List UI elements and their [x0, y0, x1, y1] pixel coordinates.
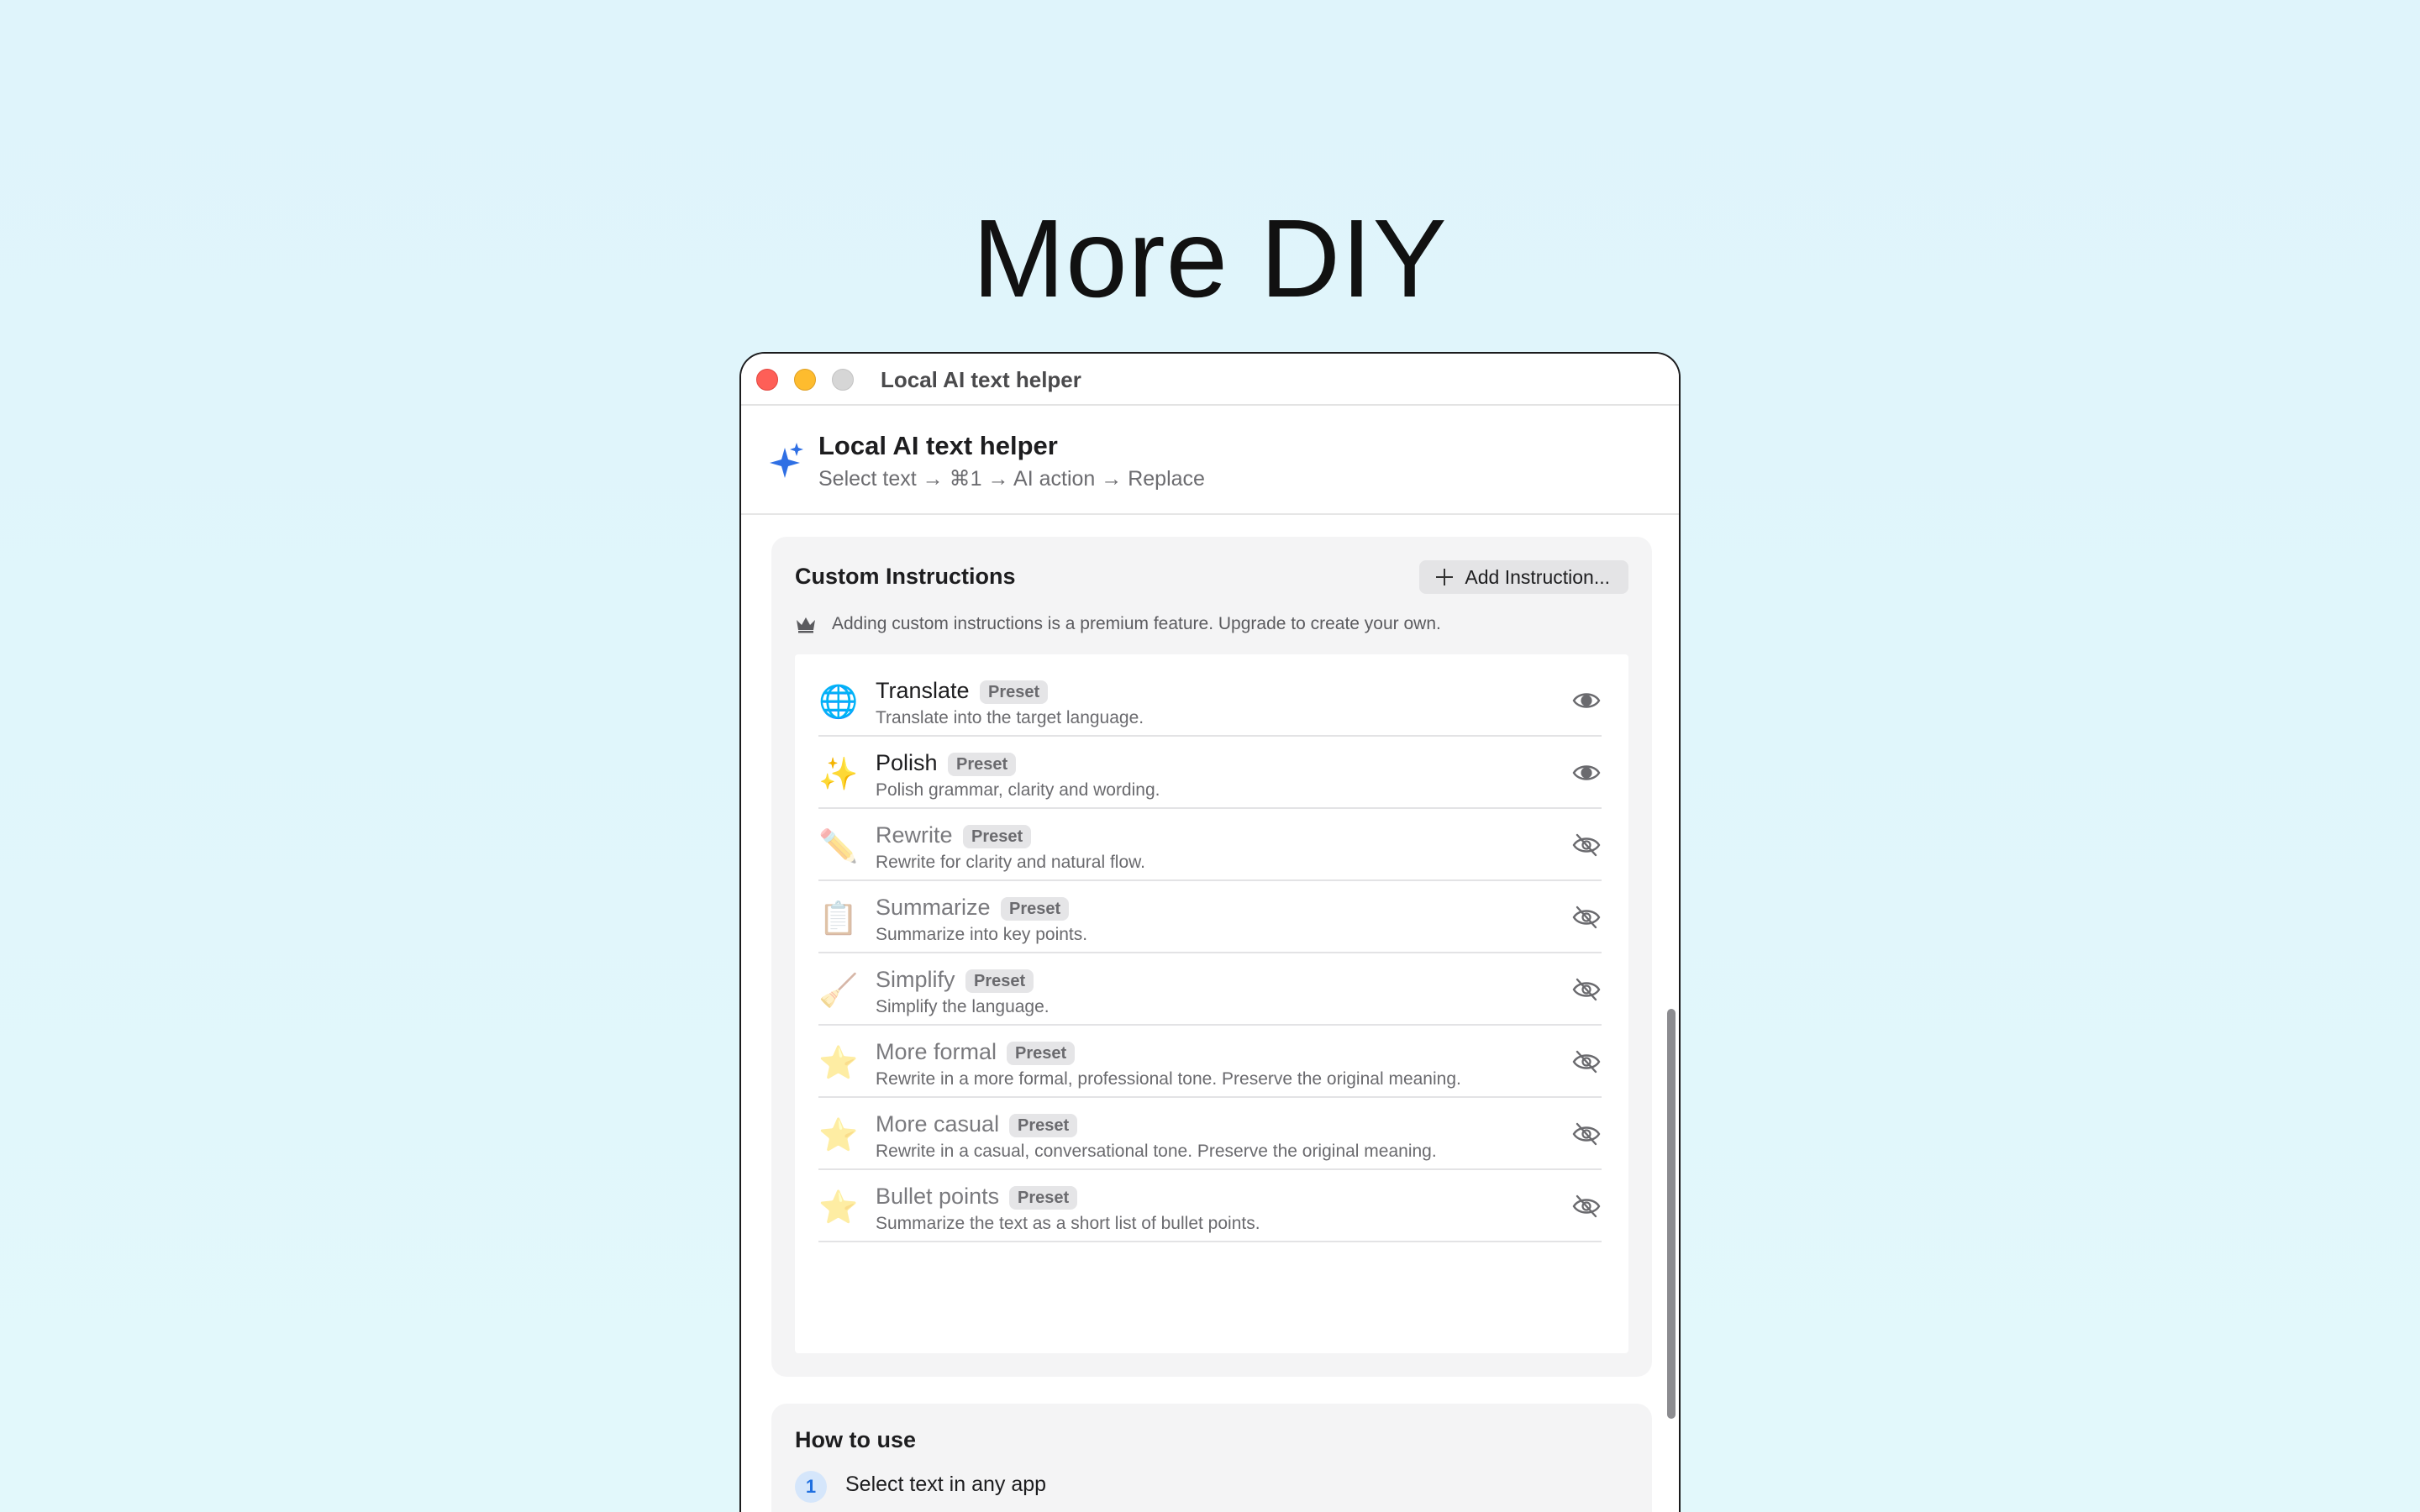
- step-text: Select text in any app: [845, 1473, 1047, 1496]
- window-title: Local AI text helper: [881, 367, 1081, 392]
- app-subtitle: Select text → ⌘1 → AI action → Replace: [818, 467, 1205, 491]
- preset-badge: Preset: [980, 680, 1049, 704]
- eye-slash-icon[interactable]: [1571, 902, 1602, 932]
- eye-icon[interactable]: [1571, 758, 1602, 788]
- instruction-emoji-icon: ⭐: [818, 1190, 859, 1226]
- instruction-row[interactable]: ✨ Polish Preset Polish grammar, clarity and…: [795, 737, 1628, 809]
- row-divider: [818, 1241, 1602, 1242]
- instruction-row[interactable]: 🌐 Translate Preset Translate into the targe…: [795, 664, 1628, 737]
- eye-slash-icon[interactable]: [1571, 1119, 1602, 1149]
- app-window: Local AI text helper Local AI text helpe…: [739, 352, 1681, 1512]
- eye-slash-icon[interactable]: [1571, 1191, 1602, 1221]
- instruction-description: Translate into the target language.: [876, 708, 1144, 727]
- step-number-badge: 1: [795, 1471, 827, 1503]
- custom-instructions-title: Custom Instructions: [795, 564, 1016, 589]
- instruction-description: Rewrite in a more formal, professional t…: [876, 1069, 1461, 1089]
- instruction-name: Summarize: [876, 895, 991, 920]
- custom-instructions-card: Custom Instructions Add Instruction... A…: [771, 537, 1652, 1377]
- instruction-description: Summarize into key points.: [876, 925, 1088, 944]
- instruction-name: Bullet points: [876, 1184, 1000, 1209]
- preset-badge: Preset: [1009, 1186, 1078, 1210]
- instruction-description: Rewrite in a casual, conversational tone…: [876, 1142, 1437, 1161]
- preset-badge: Preset: [1001, 897, 1070, 921]
- instruction-row[interactable]: ⭐ More casual Preset Rewrite in a casual, c…: [795, 1098, 1628, 1170]
- instruction-emoji-icon: ⭐: [818, 1046, 859, 1081]
- instruction-emoji-icon: 🌐: [818, 685, 859, 720]
- how-to-use-title: How to use: [795, 1427, 917, 1452]
- preset-badge: Preset: [965, 969, 1034, 993]
- add-instruction-label: Add Instruction...: [1465, 565, 1610, 588]
- instruction-description: Summarize the text as a short list of bu…: [876, 1214, 1260, 1233]
- instruction-emoji-icon: ✨: [818, 757, 859, 792]
- instruction-list: 🌐 Translate Preset Translate into the targe…: [795, 654, 1628, 1353]
- crown-icon: [797, 617, 815, 633]
- minimize-window-button[interactable]: [794, 369, 816, 391]
- instruction-emoji-icon: ⭐: [818, 1118, 859, 1153]
- preset-badge: Preset: [948, 753, 1017, 776]
- instruction-emoji-icon: ✏️: [818, 829, 859, 864]
- instruction-row[interactable]: ⭐ Bullet points Preset Summarize the text a…: [795, 1170, 1628, 1242]
- instruction-row[interactable]: ⭐ More formal Preset Rewrite in a more form…: [795, 1026, 1628, 1098]
- app-title: Local AI text helper: [818, 431, 1058, 460]
- title-bar: Local AI text helper: [741, 354, 1679, 406]
- eye-slash-icon[interactable]: [1571, 974, 1602, 1005]
- instruction-name: Simplify: [876, 967, 955, 992]
- instruction-name: More casual: [876, 1111, 1000, 1137]
- preset-badge: Preset: [1009, 1114, 1078, 1137]
- eye-slash-icon[interactable]: [1571, 1047, 1602, 1077]
- instruction-row[interactable]: ✏️ Rewrite Preset Rewrite for clarity and n…: [795, 809, 1628, 881]
- sparkles-icon: [770, 443, 803, 478]
- instruction-name: More formal: [876, 1039, 997, 1064]
- zoom-window-button[interactable]: [832, 369, 854, 391]
- instruction-description: Rewrite for clarity and natural flow.: [876, 853, 1145, 872]
- premium-notice: Adding custom instructions is a premium …: [795, 614, 1441, 634]
- instruction-name: Translate: [876, 678, 970, 703]
- add-instruction-button[interactable]: Add Instruction...: [1419, 560, 1628, 594]
- eye-slash-icon[interactable]: [1571, 830, 1602, 860]
- instruction-row[interactable]: 🧹 Simplify Preset Simplify the language.: [795, 953, 1628, 1026]
- app-header: Local AI text helper Select text → ⌘1 → …: [741, 406, 1679, 515]
- instruction-emoji-icon: 🧹: [818, 974, 859, 1009]
- premium-notice-text: Adding custom instructions is a premium …: [832, 614, 1441, 633]
- plus-icon: [1436, 569, 1454, 585]
- headline: More DIY: [972, 197, 1448, 320]
- preset-badge: Preset: [1007, 1042, 1076, 1065]
- eye-icon[interactable]: [1571, 685, 1602, 716]
- preset-badge: Preset: [963, 825, 1032, 848]
- instruction-name: Polish: [876, 750, 938, 775]
- instruction-row[interactable]: 📋 Summarize Preset Summarize into key point…: [795, 881, 1628, 953]
- instruction-description: Simplify the language.: [876, 997, 1050, 1016]
- instruction-description: Polish grammar, clarity and wording.: [876, 780, 1160, 800]
- instruction-name: Rewrite: [876, 822, 953, 848]
- scrollbar[interactable]: [1667, 1009, 1676, 1419]
- instruction-emoji-icon: 📋: [818, 901, 859, 937]
- how-to-use-card: How to use 1 Select text in any app: [771, 1404, 1652, 1512]
- close-window-button[interactable]: [756, 369, 778, 391]
